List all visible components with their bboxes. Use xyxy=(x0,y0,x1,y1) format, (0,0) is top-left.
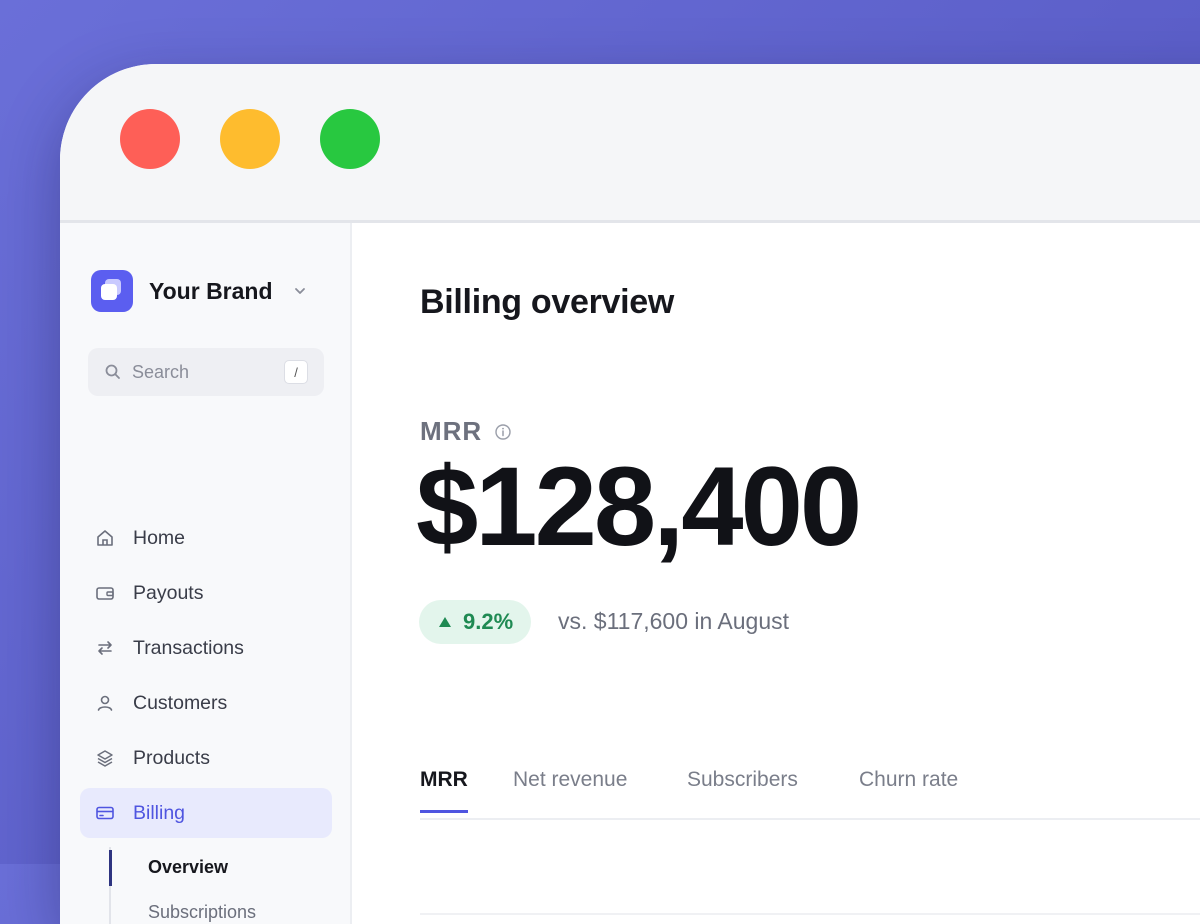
tab-net-revenue[interactable]: Net revenue xyxy=(513,768,627,810)
metric-label: MRR xyxy=(420,416,512,447)
sidebar-item-payouts[interactable]: Payouts xyxy=(80,568,332,618)
metric-value: $128,400 xyxy=(416,444,862,569)
tab-subscribers[interactable]: Subscribers xyxy=(687,768,798,810)
change-badge: 9.2% xyxy=(419,600,532,644)
sidebar-item-billing[interactable]: Billing xyxy=(80,788,332,838)
subnav-item-overview[interactable]: Overview xyxy=(148,857,228,878)
comparison-text: vs. $117,600 in August xyxy=(558,608,790,634)
sidebar-item-transactions[interactable]: Transactions xyxy=(80,623,332,673)
wallet-icon xyxy=(95,583,115,603)
divider xyxy=(420,913,1200,915)
chevron-down-icon xyxy=(293,284,307,298)
brand-logo xyxy=(91,270,133,312)
tab-churn-rate[interactable]: Churn rate xyxy=(859,768,958,810)
credit-card-icon xyxy=(95,803,115,823)
subnav-item-subscriptions[interactable]: Subscriptions xyxy=(148,902,256,923)
minimize-window-button[interactable] xyxy=(220,109,280,169)
arrow-up-icon xyxy=(439,617,451,627)
sidebar-item-label: Home xyxy=(133,526,186,549)
search-shortcut-key: / xyxy=(284,360,308,384)
layers-icon xyxy=(95,748,115,768)
sidebar-item-home[interactable]: Home xyxy=(80,513,332,563)
sidebar-item-label: Products xyxy=(133,746,210,769)
close-window-button[interactable] xyxy=(120,109,180,169)
sidebar-item-products[interactable]: Products xyxy=(80,733,332,783)
change-value: 9.2% xyxy=(463,609,514,634)
metric-tabs: MRR Net revenue Subscribers Churn rate xyxy=(420,758,1200,820)
arrows-swap-icon xyxy=(95,638,115,658)
page-title: Billing overview xyxy=(420,283,675,321)
subnav-active-indicator xyxy=(109,850,112,886)
search-placeholder: Search xyxy=(132,361,190,382)
brand-switcher[interactable]: Your Brand xyxy=(91,269,307,313)
sidebar-item-customers[interactable]: Customers xyxy=(80,678,332,728)
sidebar-item-label: Payouts xyxy=(133,581,204,604)
metric-label-text: MRR xyxy=(420,416,483,446)
tab-mrr[interactable]: MRR xyxy=(420,768,468,813)
sidebar: Your Brand Search / Home Payouts Transac… xyxy=(60,223,352,924)
sidebar-item-label: Transactions xyxy=(133,636,244,659)
search-input[interactable]: Search / xyxy=(88,348,324,396)
main-content: Billing overview MRR $128,400 9.2% vs. $… xyxy=(352,223,1200,924)
app-window: Your Brand Search / Home Payouts Transac… xyxy=(60,64,1200,924)
brand-name: Your Brand xyxy=(149,277,273,304)
sidebar-item-label: Billing xyxy=(133,801,186,824)
title-bar xyxy=(60,64,1200,223)
sidebar-item-label: Customers xyxy=(133,691,228,714)
info-icon[interactable] xyxy=(494,423,512,441)
search-icon xyxy=(104,363,122,381)
user-icon xyxy=(95,693,115,713)
maximize-window-button[interactable] xyxy=(320,109,380,169)
home-icon xyxy=(95,528,115,548)
